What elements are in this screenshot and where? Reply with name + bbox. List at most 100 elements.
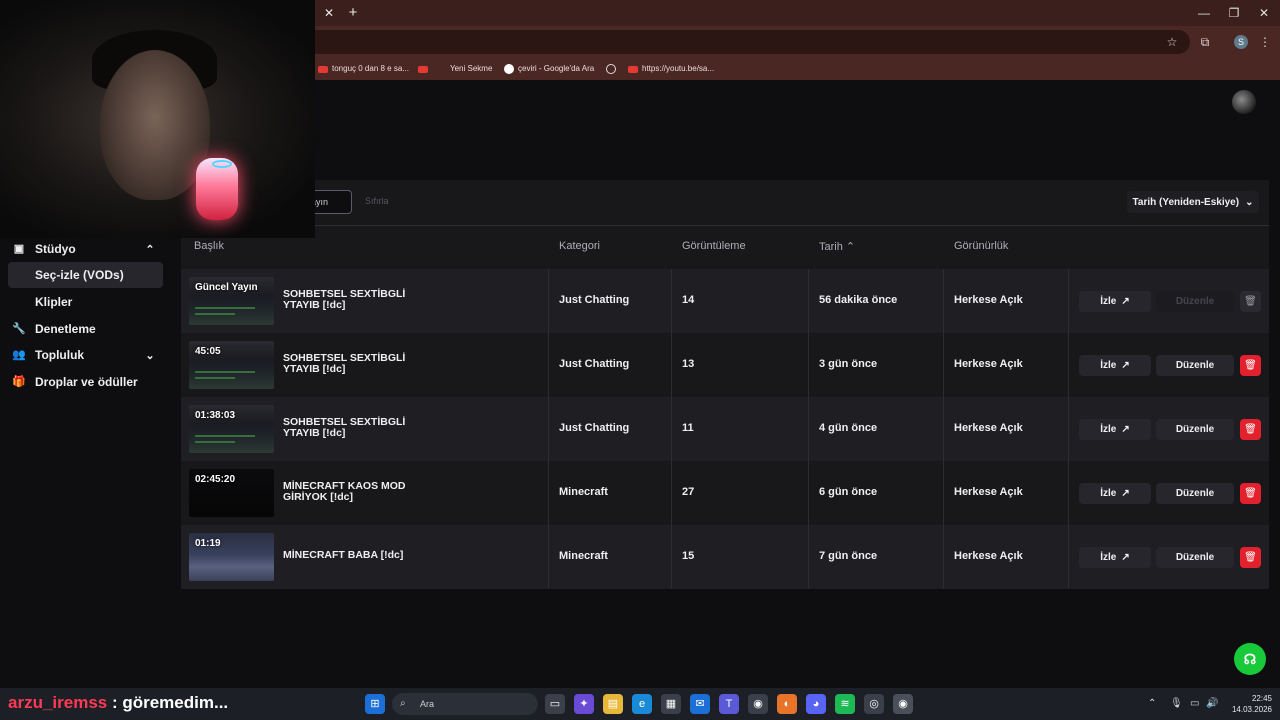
vod-category[interactable]: Just Chatting	[559, 294, 629, 306]
help-button[interactable]: ☊	[1234, 643, 1266, 675]
firefox-icon[interactable]: ◐	[777, 694, 797, 714]
extensions-icon[interactable]: ⧉	[1196, 33, 1214, 51]
delete-button[interactable]: 🗑	[1240, 291, 1261, 312]
chrome-profile-icon[interactable]: ◉	[893, 694, 913, 714]
sidebar-item-clips[interactable]: Klipler	[8, 289, 163, 315]
delete-button[interactable]: 🗑	[1240, 547, 1261, 568]
sidebar-item-vods[interactable]: Seç-izle (VODs)	[8, 262, 163, 288]
bookmark-item[interactable]: tonguç 0 dan 8 e sa...	[318, 62, 409, 76]
vod-category[interactable]: Minecraft	[559, 486, 608, 498]
search-icon: ⌕	[400, 698, 406, 709]
column-header-title[interactable]: Başlık	[194, 240, 224, 252]
sidebar-item-community[interactable]: 👥 Topluluk ⌄	[8, 342, 163, 368]
bookmark-star-icon[interactable]: ☆	[1163, 33, 1181, 51]
task-view-icon[interactable]: ▭	[545, 694, 565, 714]
duration-badge: 02:45:20	[195, 474, 236, 485]
watch-button[interactable]: İzle ↗	[1079, 483, 1151, 504]
trash-icon: 🗑	[1244, 488, 1257, 499]
vod-title[interactable]: MİNECRAFT KAOS MOD GİRİYOK [!dc]	[283, 481, 433, 503]
edit-button[interactable]: Düzenle	[1156, 547, 1234, 568]
sidebar-item-drops[interactable]: 🎁 Droplar ve ödüller	[8, 369, 163, 395]
vod-views: 11	[682, 422, 694, 434]
edge-icon[interactable]: e	[632, 694, 652, 714]
header-divider	[181, 225, 1269, 226]
chevron-down-icon: ⌄	[145, 349, 155, 362]
window-close-icon[interactable]: ✕	[1252, 4, 1276, 22]
column-header-category[interactable]: Kategori	[559, 240, 600, 252]
vod-title[interactable]: SOHBETSEL SEXTİBGLİ YTAYIB [!dc]	[283, 289, 433, 311]
bookmark-item[interactable]: çeviri - Google'da Ara	[504, 62, 594, 76]
minimize-icon[interactable]: —	[1192, 4, 1216, 22]
watch-button[interactable]: İzle ↗	[1079, 291, 1151, 312]
watch-button[interactable]: İzle ↗	[1079, 355, 1151, 376]
copilot-icon[interactable]: ✦	[574, 694, 594, 714]
file-explorer-icon[interactable]: ▤	[603, 694, 623, 714]
vod-visibility: Herkese Açık	[954, 294, 1023, 306]
spotify-icon[interactable]: ≋	[835, 694, 855, 714]
taskbar-clock[interactable]: 22:45 14.03.2026	[1224, 693, 1272, 715]
vod-thumbnail[interactable]: 01:38:03	[189, 405, 274, 453]
taskbar-search[interactable]: Ara	[392, 693, 538, 715]
close-tab-icon[interactable]: ✕	[320, 5, 338, 21]
sidebar-item-moderation[interactable]: 🔧 Denetleme	[8, 316, 163, 342]
bookmark-item[interactable]	[418, 62, 432, 76]
menu-icon[interactable]: ⋮	[1256, 33, 1274, 51]
microphone-icon[interactable]: 🎙	[1170, 698, 1183, 709]
network-icon[interactable]: ▭	[1190, 698, 1199, 709]
reset-filter-button[interactable]: Sıfırla	[365, 196, 389, 206]
people-icon: 👥	[12, 349, 26, 361]
vod-thumbnail[interactable]: 02:45:20	[189, 469, 274, 517]
teams-icon[interactable]: T	[719, 694, 739, 714]
new-tab-button[interactable]: +	[344, 5, 362, 21]
vod-thumbnail[interactable]: 01:19	[189, 533, 274, 581]
bookmark-item[interactable]: https://youtu.be/sa...	[628, 62, 714, 76]
delete-button[interactable]: 🗑	[1240, 355, 1261, 376]
delete-button[interactable]: 🗑	[1240, 483, 1261, 504]
profile-avatar[interactable]: S	[1234, 35, 1248, 49]
trash-icon: 🗑	[1244, 360, 1257, 371]
vod-thumbnail[interactable]: Güncel Yayın	[189, 277, 274, 325]
delete-button[interactable]: 🗑	[1240, 419, 1261, 440]
watch-button[interactable]: İzle ↗	[1079, 547, 1151, 568]
bookmark-item[interactable]: Yeni Sekme	[450, 62, 492, 76]
trash-icon: 🗑	[1244, 552, 1257, 563]
vod-date: 3 gün önce	[819, 358, 878, 370]
user-avatar[interactable]	[1232, 90, 1256, 114]
store-icon[interactable]: ▦	[661, 694, 681, 714]
external-link-icon: ↗	[1121, 424, 1130, 435]
vod-category[interactable]: Just Chatting	[559, 422, 629, 434]
bookmark-item[interactable]	[606, 62, 620, 76]
edit-button[interactable]: Düzenle	[1156, 291, 1234, 312]
column-header-date[interactable]: Tarih ⌃	[819, 240, 855, 253]
discord-icon[interactable]: ◕	[806, 694, 826, 714]
vod-title[interactable]: SOHBETSEL SEXTİBGLİ YTAYIB [!dc]	[283, 417, 433, 439]
duration-badge: 01:38:03	[195, 410, 236, 421]
vod-thumbnail[interactable]: 45:05	[189, 341, 274, 389]
vod-title[interactable]: MİNECRAFT BABA [!dc]	[283, 550, 433, 561]
external-link-icon: ↗	[1121, 552, 1130, 563]
sidebar-item-studio[interactable]: ▣ Stüdyo ⌃	[8, 236, 163, 262]
vod-title[interactable]: SOHBETSEL SEXTİBGLİ YTAYIB [!dc]	[283, 353, 433, 375]
chevron-up-icon[interactable]: ⌃	[1148, 698, 1156, 709]
column-divider	[1068, 269, 1069, 589]
column-header-visibility[interactable]: Görünürlük	[954, 240, 1008, 252]
restore-icon[interactable]: ❐	[1222, 4, 1246, 22]
volume-icon[interactable]: 🔊	[1206, 698, 1218, 709]
mail-icon[interactable]: ✉	[690, 694, 710, 714]
watch-button[interactable]: İzle ↗	[1079, 419, 1151, 440]
chat-overlay: arzu_iremss : göremedim...	[8, 693, 228, 713]
address-bar[interactable]	[300, 30, 1190, 54]
external-link-icon: ↗	[1121, 296, 1130, 307]
edit-button[interactable]: Düzenle	[1156, 355, 1234, 376]
edit-button[interactable]: Düzenle	[1156, 483, 1234, 504]
windows-start-icon[interactable]: ⊞	[365, 694, 385, 714]
table-row: 01:38:03 SOHBETSEL SEXTİBGLİ YTAYIB [!dc…	[181, 397, 1269, 461]
sort-dropdown[interactable]: Tarih (Yeniden-Eskiye) ⌄	[1127, 191, 1259, 213]
obs-icon[interactable]: ◎	[864, 694, 884, 714]
chrome-icon[interactable]: ◉	[748, 694, 768, 714]
edit-button[interactable]: Düzenle	[1156, 419, 1234, 440]
column-header-views[interactable]: Görüntüleme	[682, 240, 746, 252]
vod-category[interactable]: Just Chatting	[559, 358, 629, 370]
google-icon	[504, 64, 514, 74]
vod-category[interactable]: Minecraft	[559, 550, 608, 562]
